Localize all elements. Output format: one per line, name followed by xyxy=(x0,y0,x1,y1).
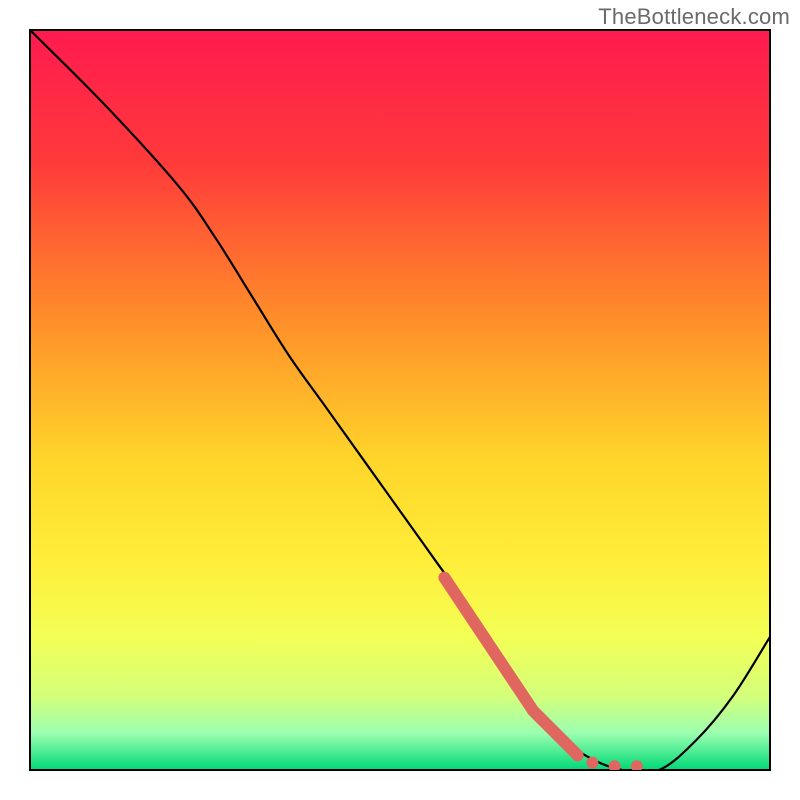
attribution-text: TheBottleneck.com xyxy=(598,4,790,30)
highlight-dot xyxy=(572,749,584,761)
chart-svg xyxy=(0,0,800,800)
plot-background xyxy=(30,30,770,770)
chart-stage: TheBottleneck.com xyxy=(0,0,800,800)
highlight-dot xyxy=(586,757,598,769)
